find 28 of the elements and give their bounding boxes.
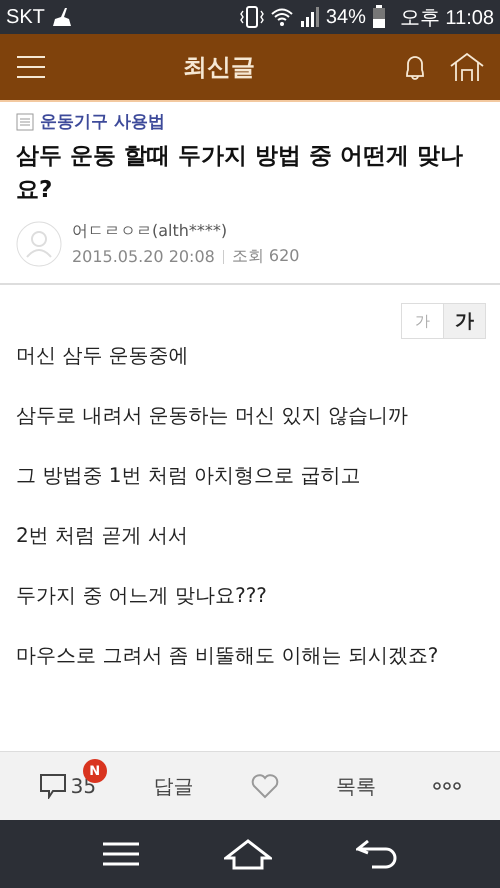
body-paragraph: 2번 처럼 곧게 서서 [16,523,189,547]
wifi-icon [270,7,294,27]
broom-icon [50,7,73,27]
category-link[interactable]: 운동기구 사용법 [40,110,165,133]
body-paragraph: 그 방법중 1번 처럼 아치형으로 굽히고 [16,463,362,487]
menu-icon[interactable] [16,55,46,79]
reply-button[interactable]: 답글 [149,768,198,804]
home-icon[interactable] [450,52,484,82]
header-title: 최신글 [182,52,256,83]
body-paragraph: 마우스로 그려서 좀 비뚤해도 이해는 되시겠죠? [16,643,440,667]
post-date: 2015.05.20 20:08 [72,247,215,266]
body-paragraph: 머신 삼두 운동중에 [16,343,190,367]
status-time: 오후 11:08 [400,6,494,30]
body-paragraph: 두가지 중 어느게 맞나요??? [16,583,268,607]
post-title: 삼두 운동 할때 두가지 방법 중 어떤게 맞나요? [16,142,464,205]
carrier-name: SKT [6,6,45,28]
battery-percent: 34% [326,6,366,28]
document-icon [16,112,34,130]
view-count: 조회 620 [232,246,300,267]
battery-icon [372,5,386,29]
back-icon[interactable] [356,839,398,869]
vibrate-icon [240,6,264,28]
font-size-button[interactable]: 가 [443,303,486,339]
author-name: 어ㄷㄹㅇㄹ(alth****) [72,221,228,242]
signal-icon [300,6,320,28]
avatar-icon [16,221,62,267]
body-paragraph: 삼두로 내려서 운동하는 머신 있지 않습니까 [16,403,409,427]
list-button[interactable]: 목록 [332,768,380,804]
